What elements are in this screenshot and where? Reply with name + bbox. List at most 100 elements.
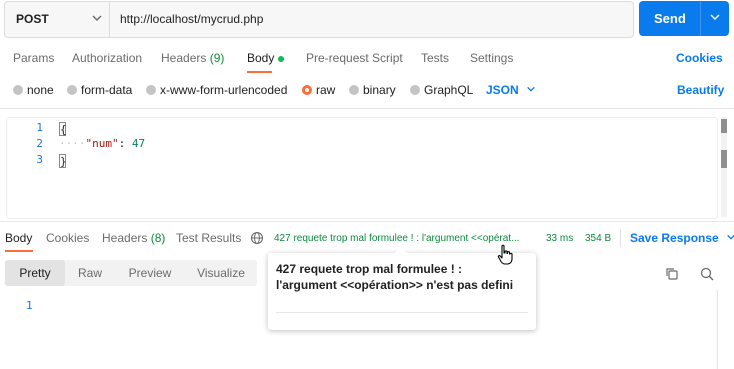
radio-binary[interactable]: binary [349,83,396,97]
tab-label: Tests [421,51,450,65]
view-tab-pretty[interactable]: Pretty [5,260,65,286]
hand-pointer-icon [497,244,513,269]
radio-label: binary [363,83,396,97]
radio-label: none [27,83,54,97]
radio-label: GraphQL [424,83,474,97]
code-line: { [59,121,67,136]
beautify-link[interactable]: Beautify [677,83,724,97]
line-number: 1 [36,121,43,134]
divider [0,221,734,222]
radio-raw[interactable]: raw [302,83,335,97]
divider [620,229,621,247]
globe-icon[interactable] [250,231,264,248]
bracket-match-box: { [59,122,67,136]
active-response-tab-indicator [5,250,33,252]
url-input[interactable]: http://localhost/mycrud.php [120,12,263,26]
tab-label: Headers [161,51,207,65]
code-token: } [60,155,67,168]
tab-tests[interactable]: Tests [421,51,449,65]
method-label: POST [16,12,49,26]
code-token: : [118,137,132,150]
tab-pre-request-script[interactable]: Pre-request Script [306,51,403,65]
tooltip-text: 427 requete trop mal formulee ! : l'argu… [276,262,514,292]
radio-icon [410,85,420,95]
chevron-down-icon [522,83,536,97]
radio-graphql[interactable]: GraphQL [410,83,473,97]
raw-format-select[interactable]: JSON [486,83,536,97]
chevron-down-icon [722,231,734,245]
tab-label: Headers [102,231,148,245]
tab-settings[interactable]: Settings [470,51,513,65]
body-type-options: none form-data x-www-form-urlencoded raw… [0,83,734,99]
radio-label: raw [316,83,336,97]
response-time[interactable]: 33 ms [546,233,573,244]
radio-x-www-form-urlencoded[interactable]: x-www-form-urlencoded [146,83,287,97]
request-bar: POST http://localhost/mycrud.php [4,1,634,38]
send-label: Send [654,11,686,26]
copy-icon[interactable] [664,266,680,285]
indent-guide: ···· [59,137,86,150]
divider [0,108,734,109]
save-response-label: Save Response [630,231,719,245]
line-number: 2 [36,137,43,150]
tab-count: (9) [209,51,225,65]
raw-format-label: JSON [486,83,519,97]
request-tabs: Params Authorization Headers (9) Body Pr… [0,51,734,71]
chevron-down-icon [91,12,103,27]
line-number: 1 [26,299,33,312]
modified-dot-icon [278,55,285,62]
response-tab-test-results[interactable]: Test Results [176,231,241,245]
tab-label: Test Results [176,231,242,245]
radio-label: x-www-form-urlencoded [160,83,288,97]
response-tab-headers[interactable]: Headers (8) [102,231,165,245]
view-tab-preview[interactable]: Preview [115,260,185,286]
send-divider [700,1,701,36]
search-icon[interactable] [699,266,715,285]
radio-none[interactable]: none [13,83,54,97]
response-tab-body[interactable]: Body [5,231,32,245]
radio-label: form-data [81,83,133,97]
save-response-button[interactable]: Save Response [630,231,734,245]
response-tab-cookies[interactable]: Cookies [46,231,89,245]
json-key: "num" [85,137,119,150]
request-body-editor[interactable]: 1 2 3 { ····"num": 47 } [6,117,718,219]
active-tab-indicator [247,71,272,73]
radio-selected-icon [302,85,312,95]
tab-label: Body [247,51,275,65]
status-tooltip: 427 requete trop mal formulee ! : l'argu… [268,247,536,330]
bracket-match-box: } [59,154,67,168]
code-line: } [59,153,67,168]
tab-label: Body [5,231,33,245]
tab-label: Pre-request Script [306,51,403,65]
response-scrollbar[interactable] [717,290,718,369]
view-tab-visualize[interactable]: Visualize [185,260,257,286]
tooltip-divider [276,312,528,313]
editor-scrollbar-thumb[interactable] [721,150,727,168]
response-view-tabs: Pretty Raw Preview Visualize [5,260,257,286]
method-select[interactable]: POST [5,2,110,37]
code-token: { [60,123,67,136]
radio-icon [13,85,23,95]
code-line: ····"num": 47 [59,137,145,150]
editor-scrollbar-marker [721,119,727,133]
radio-icon [349,85,359,95]
radio-icon [67,85,77,95]
radio-icon [146,85,156,95]
tab-body[interactable]: Body [247,51,285,65]
line-number: 3 [36,153,43,166]
tooltip-arrow [395,247,407,253]
send-options-chevron-icon[interactable] [709,11,721,26]
send-button[interactable]: Send [639,1,729,36]
tab-label: Cookies [46,231,90,245]
radio-form-data[interactable]: form-data [67,83,132,97]
tab-label: Params [13,51,55,65]
view-tab-raw[interactable]: Raw [65,260,115,286]
tab-label: Authorization [72,51,143,65]
tab-authorization[interactable]: Authorization [72,51,142,65]
response-size[interactable]: 354 B [585,233,611,244]
json-value: 47 [131,137,146,150]
response-status[interactable]: 427 requete trop mal formulee ! : l'argu… [274,233,519,244]
cookies-link[interactable]: Cookies [676,51,723,65]
tab-params[interactable]: Params [13,51,54,65]
tab-headers[interactable]: Headers (9) [161,51,224,65]
